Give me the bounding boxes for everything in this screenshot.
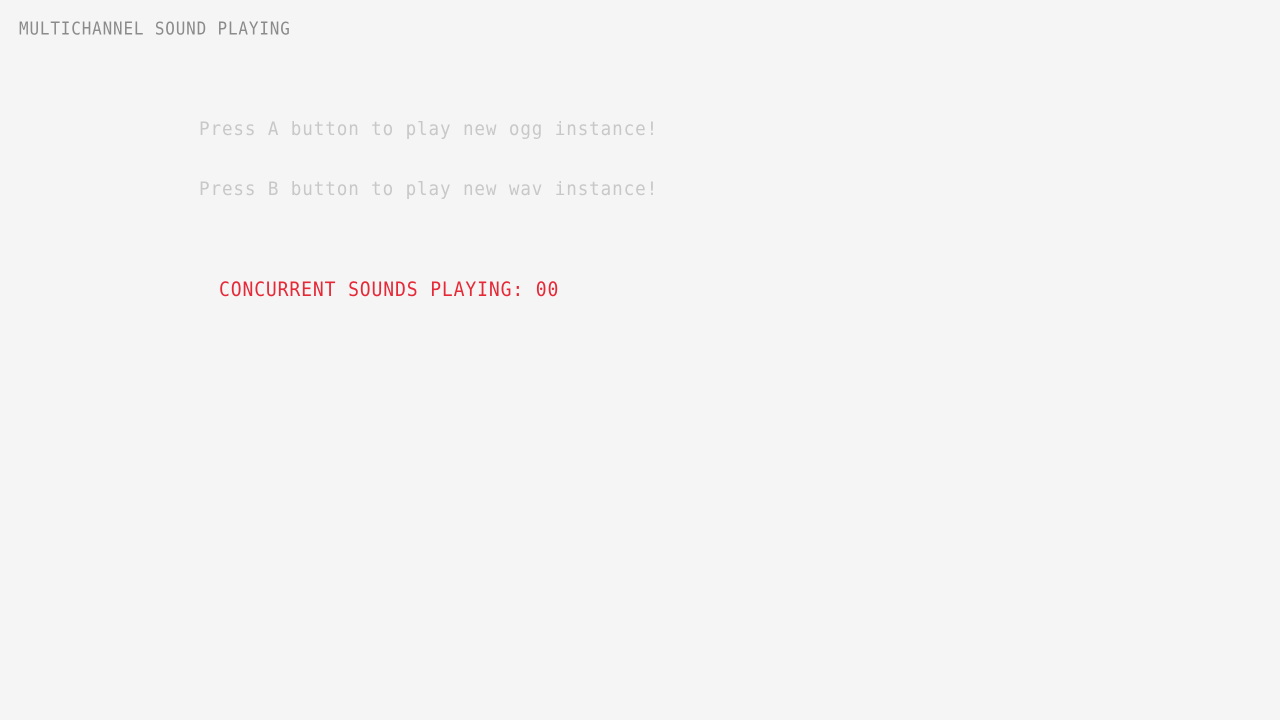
window-title: MULTICHANNEL SOUND PLAYING xyxy=(19,18,291,39)
game-screen: MULTICHANNEL SOUND PLAYING Press A butto… xyxy=(0,0,1280,720)
ogg-play-instruction: Press A button to play new ogg instance! xyxy=(199,117,659,140)
wav-play-instruction: Press B button to play new wav instance! xyxy=(199,177,659,200)
concurrent-sounds-counter: CONCURRENT SOUNDS PLAYING: 00 xyxy=(219,278,560,301)
